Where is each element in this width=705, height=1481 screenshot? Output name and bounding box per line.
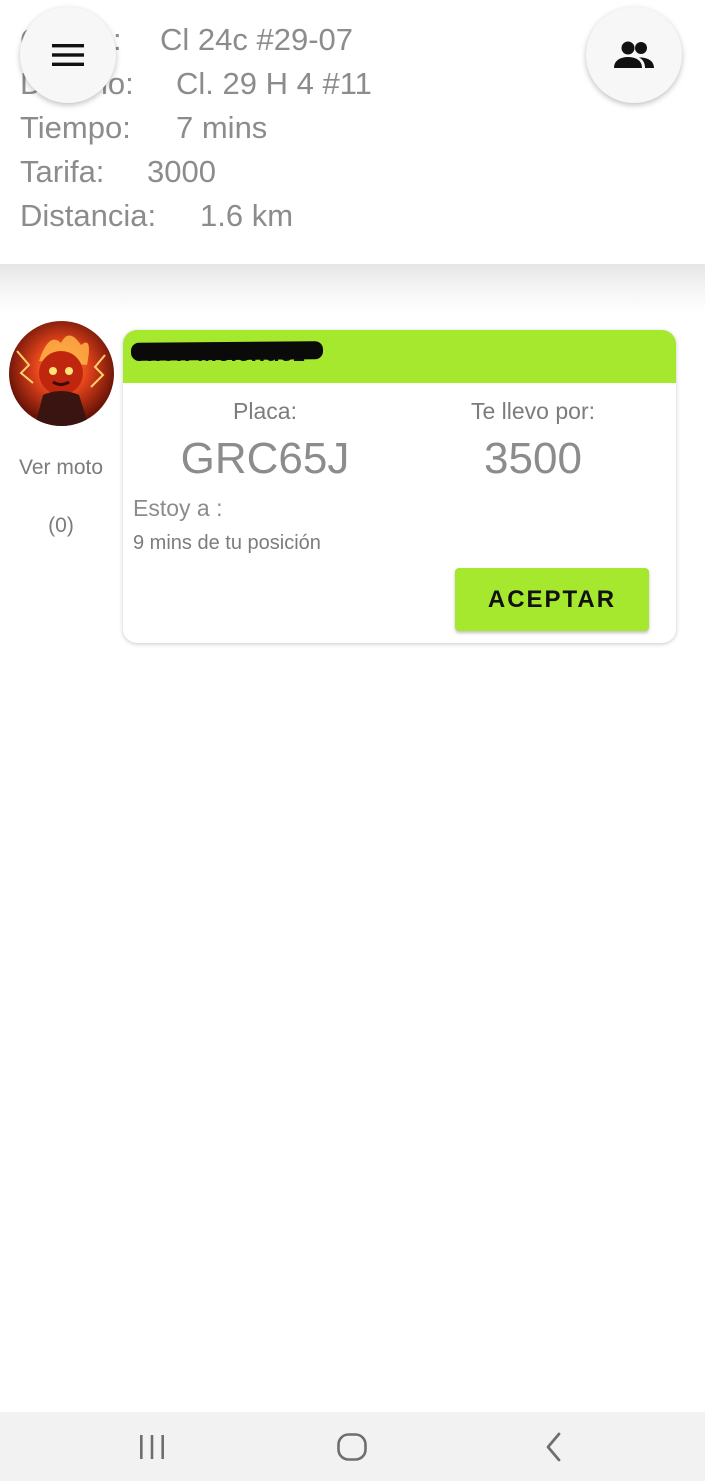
distance-value: 1.6 km (200, 198, 294, 233)
accept-button[interactable]: ACEPTAR (455, 568, 649, 631)
back-button[interactable] (494, 1412, 614, 1481)
menu-button[interactable] (20, 7, 116, 103)
driver-rating: (0) (48, 514, 74, 537)
eta-label: Estoy a : (133, 495, 223, 521)
offer-card-header: Jhon Melendez (123, 330, 676, 383)
distance-label: Distancia: (20, 198, 157, 233)
recent-apps-button[interactable] (92, 1412, 212, 1481)
eta-value: 9 mins de tu posición (133, 532, 321, 554)
time-value: 7 mins (176, 110, 268, 145)
price-value: 3500 (484, 434, 582, 483)
origin-value: Cl 24c #29-07 (160, 22, 354, 57)
driver-avatar[interactable] (9, 321, 114, 426)
time-row: Tiempo: 7 mins (20, 110, 267, 146)
hamburger-menu-icon (52, 44, 84, 66)
view-bike-link[interactable]: Ver moto (0, 456, 122, 480)
system-navigation-bar (0, 1412, 705, 1481)
plate-value: GRC65J (180, 434, 350, 483)
header-shadow (0, 264, 705, 312)
home-icon (337, 1432, 367, 1461)
fare-row: Tarifa: 3000 (20, 154, 216, 190)
driver-offer-card: Jhon Melendez Placa: GRC65J Te llevo por… (123, 330, 676, 643)
time-label: Tiempo: (20, 110, 131, 145)
destination-value: Cl. 29 H 4 #11 (176, 66, 372, 101)
avatar-image (16, 335, 106, 426)
fare-value: 3000 (147, 154, 216, 189)
distance-row: Distancia: 1.6 km (20, 198, 293, 234)
plate-label: Placa: (233, 398, 297, 424)
name-redaction-mark (130, 341, 324, 361)
group-users-icon (614, 41, 654, 68)
price-label: Te llevo por: (470, 398, 595, 424)
fare-label: Tarifa: (20, 154, 105, 189)
users-button[interactable] (586, 7, 682, 103)
home-button[interactable] (292, 1412, 412, 1481)
ride-offers-screen: Origen:Cl 24c #29-07 Destino:Cl. 29 H 4 … (0, 0, 705, 1481)
recent-apps-icon (140, 1434, 164, 1459)
back-icon (546, 1432, 561, 1461)
